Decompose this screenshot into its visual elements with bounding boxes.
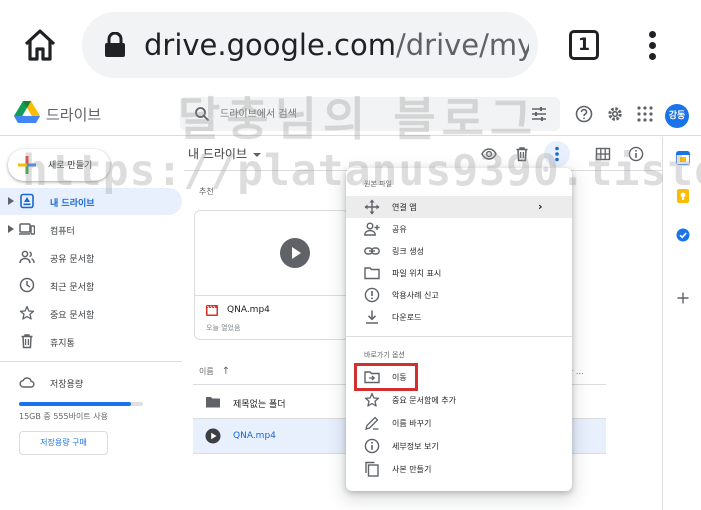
menu-item-open-with[interactable]: 연결 앱 ›: [346, 196, 572, 218]
storage-usage-bar: [19, 402, 143, 406]
sidebar-item-label: 공유 문서함: [50, 255, 95, 265]
menu-item-label: 중요 문서함에 추가: [392, 396, 456, 405]
cloud-icon: [19, 377, 35, 388]
pencil-icon: [365, 416, 379, 430]
file-thumbnail: [195, 211, 348, 296]
sidebar-item-label: 휴지통: [50, 339, 75, 349]
context-menu: 원본 파일 연결 앱 › 공유 링크 생성 파일 위치 표시 악용사례 신고 다…: [346, 168, 572, 491]
app-title: 드라이브: [46, 106, 102, 124]
menu-item-share[interactable]: 공유: [346, 218, 572, 240]
folder-icon: [206, 397, 220, 408]
menu-section-title: 바로가기 옵션: [364, 351, 405, 359]
video-play-icon: [205, 428, 221, 444]
star-icon: [364, 392, 380, 407]
sidebar-divider: [0, 361, 182, 362]
home-icon[interactable]: [22, 27, 58, 63]
play-icon: [280, 238, 310, 268]
url-host: drive.google.com: [144, 28, 396, 62]
sidebar-item-label: 컴퓨터: [50, 227, 75, 237]
folder-outline-icon: [364, 267, 380, 280]
url-text: drive.google.com/drive/my: [144, 27, 529, 63]
star-icon: [19, 305, 35, 320]
move-arrows-icon: [364, 199, 380, 215]
download-icon: [366, 310, 378, 324]
menu-item-label: 세부정보 보기: [392, 442, 439, 451]
sort-arrow-icon[interactable]: ↑: [222, 366, 230, 377]
sidebar-item-trash[interactable]: 휴지통: [0, 328, 182, 355]
row-file-name: QNA.mp4: [233, 431, 276, 441]
tasks-icon[interactable]: [676, 228, 690, 242]
menu-divider: [346, 336, 572, 337]
sidebar-item-starred[interactable]: 중요 문서함: [0, 300, 182, 327]
sidebar-item-shared[interactable]: 공유 문서함: [0, 244, 182, 271]
clock-icon: [19, 277, 35, 293]
help-icon[interactable]: [575, 105, 593, 123]
alert-icon: [364, 287, 380, 303]
settings-gear-icon[interactable]: [606, 105, 624, 123]
buy-storage-button[interactable]: 저장용량 구매: [19, 431, 108, 455]
menu-item-label: 악용사례 신고: [392, 291, 439, 300]
menu-item-label: 링크 생성: [392, 247, 424, 256]
video-file-icon: [206, 305, 218, 316]
chevron-right-icon: ›: [538, 200, 543, 213]
add-addon-icon[interactable]: [676, 291, 690, 305]
card-file-name: QNA.mp4: [227, 305, 270, 315]
info-icon: [364, 438, 380, 454]
menu-item-view-details[interactable]: 세부정보 보기: [346, 435, 572, 457]
sidebar-item-label: 내 드라이브: [50, 199, 95, 209]
menu-item-label: 연결 앱: [392, 203, 417, 212]
menu-item-report-abuse[interactable]: 악용사례 신고: [346, 284, 572, 306]
expand-caret-icon[interactable]: [8, 225, 14, 233]
apps-grid-icon[interactable]: [636, 105, 654, 123]
people-icon: [19, 250, 35, 264]
expand-caret-icon[interactable]: [8, 197, 14, 205]
menu-item-get-link[interactable]: 링크 생성: [346, 240, 572, 262]
storage-usage-text: 15GB 중 555바이트 사용: [19, 412, 108, 421]
sidebar-item-recent[interactable]: 최근 문서함: [0, 272, 182, 299]
menu-item-label: 사본 만들기: [392, 465, 432, 474]
storage-usage-fill: [19, 402, 131, 406]
menu-item-rename[interactable]: 이름 바꾸기: [346, 412, 572, 434]
url-path: /drive/my: [395, 28, 529, 62]
sidebar-item-label: 중요 문서함: [50, 311, 95, 321]
lock-icon: [105, 32, 125, 57]
sidebar-item-storage[interactable]: 저장용량: [0, 369, 182, 396]
menu-item-label: 파일 위치 표시: [392, 269, 442, 278]
browser-menu-icon[interactable]: [640, 28, 664, 64]
computer-icon: [19, 223, 35, 235]
move-highlight-box: [354, 363, 418, 391]
trash-icon: [21, 334, 33, 349]
row-file-name: 제목없는 폴더: [233, 400, 286, 410]
account-avatar[interactable]: 강동: [665, 104, 689, 128]
menu-item-show-location[interactable]: 파일 위치 표시: [346, 262, 572, 284]
card-file-subtitle: 오늘 열었음: [206, 324, 241, 332]
person-add-icon: [364, 222, 380, 236]
name-column-label: 이름: [199, 367, 214, 376]
menu-item-make-copy[interactable]: 사본 만들기: [346, 458, 572, 480]
address-bar[interactable]: drive.google.com/drive/my: [82, 12, 538, 78]
watermark-url: https://platanus9390.tistory.com: [22, 146, 701, 196]
tab-switcher-button[interactable]: 1: [569, 30, 599, 60]
watermark-title: 달충님의 블로그: [178, 92, 539, 146]
menu-item-label: 공유: [392, 225, 407, 234]
copy-icon: [365, 461, 379, 477]
name-column-header[interactable]: 이름 ↑: [199, 366, 230, 377]
link-icon: [364, 247, 380, 255]
menu-item-label: 다운로드: [392, 313, 422, 322]
sidebar-item-computers[interactable]: 컴퓨터: [0, 216, 182, 243]
browser-toolbar: drive.google.com/drive/my 1: [0, 0, 701, 92]
menu-item-add-starred[interactable]: 중요 문서함에 추가: [346, 389, 572, 411]
sidebar-item-label: 저장용량: [50, 380, 84, 390]
google-drive-logo-icon[interactable]: [14, 101, 40, 123]
suggested-file-card[interactable]: QNA.mp4 오늘 열었음: [194, 210, 349, 340]
menu-item-label: 이름 바꾸기: [392, 419, 432, 428]
sidebar-item-label: 최근 문서함: [50, 283, 95, 293]
menu-item-download[interactable]: 다운로드: [346, 306, 572, 328]
